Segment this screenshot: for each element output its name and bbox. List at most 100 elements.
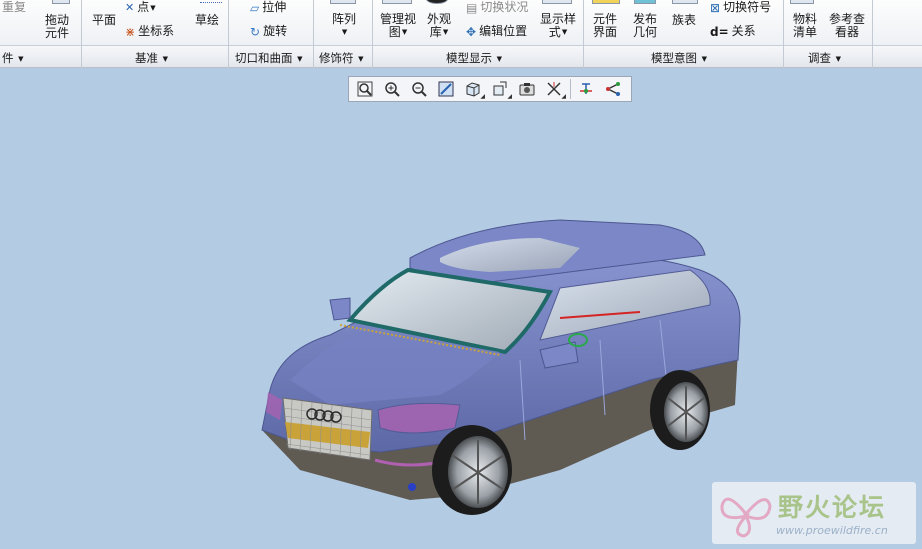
annotation-display-icon[interactable]: [600, 78, 626, 100]
chevron-down-icon: ▼: [701, 54, 708, 63]
point-button[interactable]: ✕ 点▼: [125, 0, 156, 15]
component-interface-label-2: 界面: [593, 25, 618, 39]
butterfly-logo-icon: [720, 497, 772, 538]
chevron-down-icon: ▼: [150, 3, 156, 12]
bom-icon: [790, 0, 814, 4]
appearance-gallery-icon: [426, 0, 448, 4]
refit-icon[interactable]: [352, 78, 378, 100]
group-model-display-label: 模型显示: [446, 51, 492, 65]
zoom-in-icon[interactable]: [379, 78, 405, 100]
edit-position-label: 编辑位置: [479, 24, 528, 38]
group-model-intent[interactable]: 模型意图 ▼: [651, 50, 707, 66]
group-investigate[interactable]: 调查 ▼: [808, 50, 841, 66]
csys-icon: ⋇: [125, 24, 136, 39]
display-style-icon[interactable]: ◢: [460, 78, 486, 100]
chevron-down-icon: ▼: [835, 54, 842, 63]
family-table-icon: [672, 0, 698, 4]
forum-watermark: 野火论坛 www.proewildfire.cn: [712, 482, 916, 544]
family-table-label: 族表: [672, 13, 697, 27]
drag-component-button[interactable]: 拖动 元件: [45, 14, 69, 40]
group-divider: [783, 0, 784, 68]
watermark-title: 野火论坛: [778, 493, 887, 522]
group-cut-surface[interactable]: 切口和曲面 ▼: [235, 50, 303, 66]
group-model-intent-label: 模型意图: [651, 51, 697, 65]
repaint-icon[interactable]: [433, 78, 459, 100]
bom-label-2: 清单: [793, 25, 818, 39]
chevron-down-icon: ▼: [341, 28, 348, 36]
switch-state-icon: ▤: [466, 0, 478, 15]
manage-views-label-2: 图: [388, 25, 401, 39]
chevron-down-icon: ▼: [496, 54, 503, 63]
repeat-label: 重复: [2, 0, 27, 14]
car-model[interactable]: [0, 68, 922, 549]
point-icon: ✕: [125, 0, 135, 14]
group-modifiers-label: 修饰符: [319, 51, 354, 65]
chevron-down-icon: ◢: [507, 93, 512, 100]
chevron-down-icon: ▼: [297, 54, 303, 63]
pattern-label: 阵列: [332, 12, 357, 26]
datum-display-icon[interactable]: ◢: [541, 78, 567, 100]
graphics-toolbar: ◢ ◢ ◢: [348, 76, 632, 102]
edit-position-button[interactable]: ✥ 编辑位置: [466, 24, 527, 39]
relations-button[interactable]: d= 关系: [710, 24, 756, 39]
group-datum[interactable]: 基准 ▼: [135, 50, 168, 66]
drag-component-label-2: 元件: [45, 26, 70, 40]
bom-button[interactable]: 物料 清单: [793, 13, 817, 39]
repeat-button[interactable]: 重复: [2, 0, 26, 14]
sketch-label: 草绘: [195, 13, 220, 27]
group-divider: [372, 0, 373, 68]
group-investigate-label: 调查: [808, 51, 831, 65]
group-model-display[interactable]: 模型显示 ▼: [446, 50, 502, 66]
component-interface-icon: [592, 0, 620, 4]
family-table-button[interactable]: 族表: [672, 13, 696, 27]
group-divider: [583, 0, 584, 68]
csys-button[interactable]: ⋇ 坐标系: [125, 24, 174, 39]
display-style-icon: [542, 0, 572, 4]
chevron-down-icon: ◢: [480, 93, 485, 100]
graphics-viewport[interactable]: [0, 68, 922, 549]
publish-geometry-icon: [634, 0, 656, 4]
manage-views-icon: [382, 0, 412, 4]
reference-viewer-button[interactable]: 参考查 看器: [829, 13, 865, 39]
plane-label: 平面: [92, 13, 117, 27]
relations-icon: d=: [710, 24, 729, 39]
revolve-button[interactable]: ↻ 旋转: [250, 24, 287, 39]
saved-orientations-icon[interactable]: ◢: [487, 78, 513, 100]
reference-viewer-icon: [832, 0, 854, 4]
view-manager-icon[interactable]: [514, 78, 540, 100]
group-part[interactable]: 件 ▼: [2, 50, 24, 66]
chevron-down-icon: ◢: [561, 93, 566, 100]
chevron-down-icon: ▼: [162, 54, 169, 63]
point-label: 点: [137, 0, 150, 14]
spin-center-icon[interactable]: [573, 78, 599, 100]
pattern-icon: [330, 0, 356, 4]
extrude-icon: ▱: [250, 0, 260, 15]
manage-views-button[interactable]: 管理视 图▼: [380, 13, 416, 39]
switch-state-label: 切换状况: [480, 0, 529, 14]
chevron-down-icon: ▼: [18, 54, 24, 63]
csys-label: 坐标系: [138, 24, 175, 38]
display-style-label-2: 式: [548, 25, 561, 39]
switch-symbol-icon: ⊠: [710, 0, 721, 15]
component-interface-button[interactable]: 元件 界面: [593, 13, 617, 39]
group-datum-label: 基准: [135, 51, 158, 65]
group-divider: [313, 0, 314, 68]
display-style-button[interactable]: 显示样 式▼: [540, 13, 576, 39]
group-part-label: 件: [2, 51, 14, 65]
group-divider: [872, 0, 873, 68]
extrude-button[interactable]: ▱ 拉伸: [250, 0, 286, 15]
group-cut-surface-label: 切口和曲面: [235, 51, 293, 65]
sketch-button[interactable]: 草绘: [195, 13, 219, 27]
zoom-out-icon[interactable]: [406, 78, 432, 100]
drag-component-icon: [52, 0, 70, 4]
publish-geometry-button[interactable]: 发布 几何: [633, 13, 657, 39]
switch-symbol-label: 切换符号: [723, 0, 772, 14]
switch-symbol-button[interactable]: ⊠ 切换符号: [710, 0, 771, 15]
group-divider: [228, 0, 229, 68]
pattern-button[interactable]: 阵列 ▼: [332, 13, 356, 39]
group-modifiers[interactable]: 修饰符 ▼: [319, 50, 364, 66]
plane-button[interactable]: 平面: [92, 13, 116, 27]
switch-state-button[interactable]: ▤ 切换状况: [466, 0, 528, 15]
publish-geometry-label-2: 几何: [633, 25, 658, 39]
appearance-gallery-button[interactable]: 外观 库▼: [427, 13, 451, 39]
